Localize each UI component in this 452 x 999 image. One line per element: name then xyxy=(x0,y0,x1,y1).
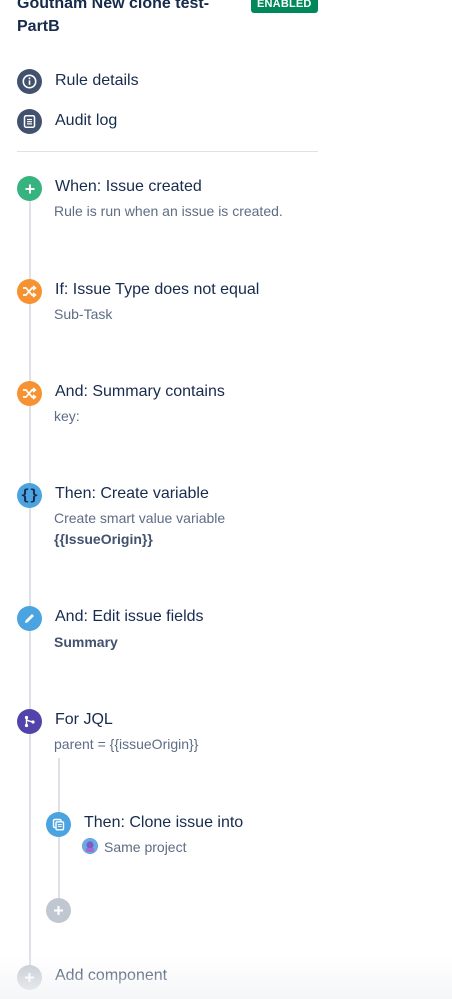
nav-audit-log-label: Audit log xyxy=(55,112,118,129)
pencil-icon xyxy=(17,606,42,631)
braces-icon: {} xyxy=(17,483,42,508)
divider xyxy=(17,151,318,152)
plus-icon xyxy=(17,965,42,990)
component-description: key: xyxy=(54,408,80,424)
component-title: Then: Clone issue into xyxy=(84,814,244,831)
nav-audit-log[interactable]: Audit log xyxy=(17,108,117,134)
component-title: And: Summary contains xyxy=(55,383,225,400)
component-action-clone-issue[interactable]: Then: Clone issue into Same project xyxy=(46,812,326,862)
component-action-create-variable[interactable]: {} Then: Create variable Create smart va… xyxy=(17,483,317,555)
component-description: parent = {{issueOrigin}} xyxy=(54,736,199,752)
nav-rule-details-label: Rule details xyxy=(55,72,139,89)
component-description: Rule is run when an issue is created. xyxy=(54,203,283,219)
component-description: Same project xyxy=(104,839,187,855)
shuffle-icon xyxy=(17,279,42,304)
shuffle-icon xyxy=(17,381,42,406)
component-description: Sub-Task xyxy=(54,306,113,322)
status-badge: ENABLED xyxy=(251,0,318,13)
add-component-button[interactable]: Add component xyxy=(17,965,267,991)
project-avatar-icon xyxy=(82,838,98,854)
component-condition-issue-type[interactable]: If: Issue Type does not equal Sub-Task xyxy=(17,279,317,329)
component-detail: {{IssueOrigin}} xyxy=(54,531,153,547)
nav-rule-details[interactable]: Rule details xyxy=(17,68,139,94)
component-title: Then: Create variable xyxy=(55,485,209,502)
info-icon xyxy=(17,68,42,94)
component-action-edit-issue[interactable]: And: Edit issue fields Summary xyxy=(17,606,317,656)
braces-glyph: {} xyxy=(20,486,39,504)
add-component-label: Add component xyxy=(55,967,168,984)
branch-icon xyxy=(17,709,42,734)
plus-icon xyxy=(54,906,63,915)
component-condition-summary[interactable]: And: Summary contains key: xyxy=(17,381,317,431)
component-title: If: Issue Type does not equal xyxy=(55,281,260,298)
rule-title: Goutham New clone test-PartB xyxy=(17,0,210,35)
document-icon xyxy=(17,108,42,134)
component-description: Create smart value variable xyxy=(54,510,226,526)
plus-icon xyxy=(17,176,42,201)
component-trigger-issue-created[interactable]: When: Issue created Rule is run when an … xyxy=(17,176,317,226)
component-detail: Summary xyxy=(54,634,118,650)
component-branch-jql[interactable]: For JQL parent = {{issueOrigin}} xyxy=(17,709,317,759)
component-title: For JQL xyxy=(55,711,113,728)
component-title: And: Edit issue fields xyxy=(55,608,204,625)
clone-icon xyxy=(46,812,71,837)
rule-editor-panel: Goutham New clone test-PartB ENABLED Rul… xyxy=(0,0,452,999)
add-branch-component-button[interactable] xyxy=(46,898,71,923)
component-title: When: Issue created xyxy=(55,178,202,195)
